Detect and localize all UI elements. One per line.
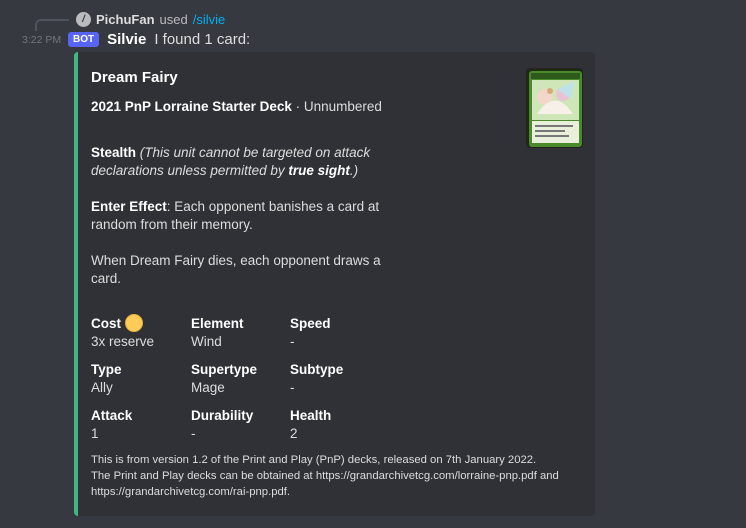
field-name: Subtype	[290, 361, 344, 377]
author-name[interactable]: Silvie	[107, 31, 146, 48]
field-health: Health 2	[290, 406, 385, 442]
embed-footer: This is from version 1.2 of the Print an…	[91, 452, 586, 500]
field-speed: Speed -	[290, 314, 385, 350]
field-attack: Attack 1	[91, 406, 186, 442]
field-value: 2	[290, 426, 298, 441]
set-name: 2021 PnP Lorraine Starter Deck	[91, 99, 292, 114]
field-name: Attack	[91, 407, 133, 423]
field-name: Speed	[290, 315, 331, 331]
reply-context[interactable]: / PichuFan used /silvie	[76, 11, 225, 27]
field-name: Type	[91, 361, 122, 377]
field-value: -	[290, 334, 295, 349]
stealth-label: Stealth	[91, 145, 137, 160]
reply-connector	[35, 19, 69, 31]
card-thumbnail[interactable]	[526, 68, 583, 148]
footer-links-line: The Print and Play decks can be obtained…	[91, 470, 559, 498]
stealth-text-end: .)	[349, 163, 359, 178]
field-value: Wind	[191, 334, 222, 349]
footer-version-line: This is from version 1.2 of the Print an…	[91, 454, 537, 466]
death-effect-description: When Dream Fairy dies, each opponent dra…	[91, 253, 381, 286]
message-text: I found 1 card:	[154, 30, 251, 48]
field-type: Type Ally	[91, 360, 186, 396]
embed-set-line: 2021 PnP Lorraine Starter Deck · Unnumbe…	[91, 99, 382, 114]
field-value: -	[191, 426, 196, 441]
field-supertype: Supertype Mage	[191, 360, 286, 396]
card-embed: Dream Fairy 2021 PnP Lorraine Starter De…	[74, 52, 595, 516]
enter-effect-description: Enter Effect: Each opponent banishes a c…	[91, 198, 391, 234]
reply-username[interactable]: PichuFan	[96, 12, 155, 27]
field-value: Ally	[91, 380, 113, 395]
true-sight-keyword: true sight	[288, 163, 350, 178]
message-timestamp[interactable]: 3:22 PM	[22, 34, 61, 46]
field-name: Cost	[91, 315, 121, 331]
field-value: -	[290, 380, 295, 395]
field-element: Element Wind	[191, 314, 286, 350]
reserve-coin-icon	[125, 314, 143, 332]
field-cost: Cost 3x reserve	[91, 314, 186, 349]
message-header: BOT Silvie I found 1 card:	[68, 30, 250, 48]
card-art-image	[527, 69, 582, 147]
embed-title: Dream Fairy	[91, 69, 178, 86]
bot-badge: BOT	[68, 31, 100, 47]
field-subtype: Subtype -	[290, 360, 385, 396]
field-value: 3x reserve	[91, 334, 155, 349]
set-number: · Unnumbered	[291, 99, 382, 114]
field-name: Durability	[191, 407, 254, 423]
field-name: Element	[191, 315, 244, 331]
field-durability: Durability -	[191, 406, 286, 442]
reply-used-text: used	[159, 11, 188, 27]
reply-command[interactable]: /silvie	[193, 12, 226, 27]
field-value: 1	[91, 426, 99, 441]
field-name: Health	[290, 407, 332, 423]
field-value: Mage	[191, 380, 225, 395]
slash-command-icon: /	[76, 11, 91, 27]
enter-effect-label: Enter Effect	[91, 199, 167, 214]
stealth-description: Stealth (This unit cannot be targeted on…	[91, 144, 391, 180]
field-name: Supertype	[191, 361, 258, 377]
